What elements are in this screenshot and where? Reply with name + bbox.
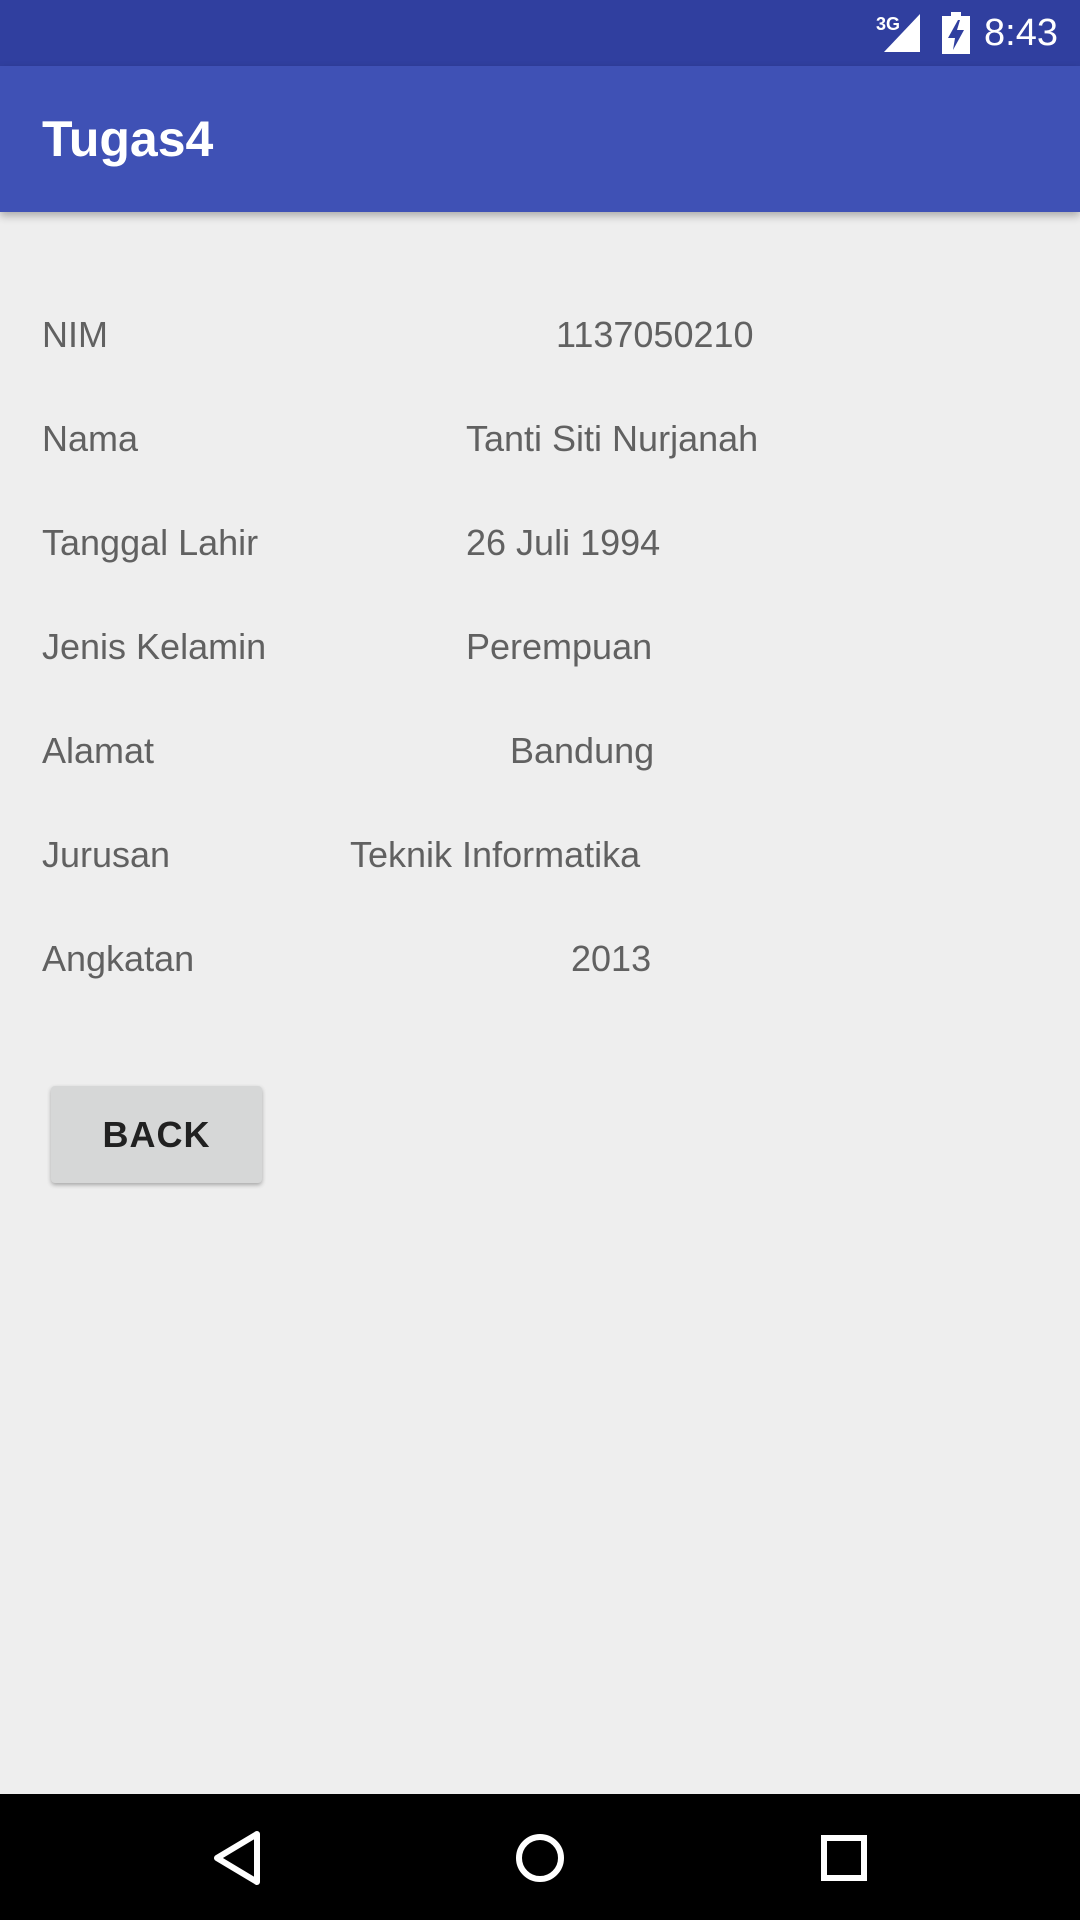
value-alamat: Bandung	[510, 730, 655, 771]
clock: 8:43	[984, 12, 1058, 54]
label-alamat: Alamat	[42, 730, 155, 771]
recents-icon[interactable]	[814, 1828, 874, 1888]
value-jenis-kelamin: Perempuan	[466, 626, 653, 667]
signal-icon	[884, 14, 920, 52]
label-nim: NIM	[42, 314, 108, 355]
label-tanggal-lahir: Tanggal Lahir	[42, 522, 259, 563]
screen: 3G 8:43 Tugas4 NIM 1137050210 Nama Tanti…	[0, 0, 1080, 1920]
value-angkatan: 2013	[571, 938, 652, 979]
label-nama: Nama	[42, 418, 139, 459]
value-jurusan: Teknik Informatika	[350, 834, 641, 875]
back-button[interactable]: BACK	[51, 1086, 262, 1183]
status-bar: 3G 8:43	[0, 0, 1080, 66]
app-title: Tugas4	[42, 111, 214, 167]
app-bar: Tugas4	[0, 66, 1080, 212]
value-nim: 1137050210	[556, 314, 754, 355]
navigation-bar	[0, 1794, 1080, 1920]
home-icon[interactable]	[510, 1828, 570, 1888]
label-angkatan: Angkatan	[42, 938, 195, 979]
value-nama: Tanti Siti Nurjanah	[466, 418, 759, 459]
label-jurusan: Jurusan	[42, 834, 171, 875]
label-jenis-kelamin: Jenis Kelamin	[42, 626, 267, 667]
value-tanggal-lahir: 26 Juli 1994	[466, 522, 661, 563]
battery-charging-icon	[942, 12, 970, 54]
back-icon[interactable]	[207, 1828, 267, 1888]
